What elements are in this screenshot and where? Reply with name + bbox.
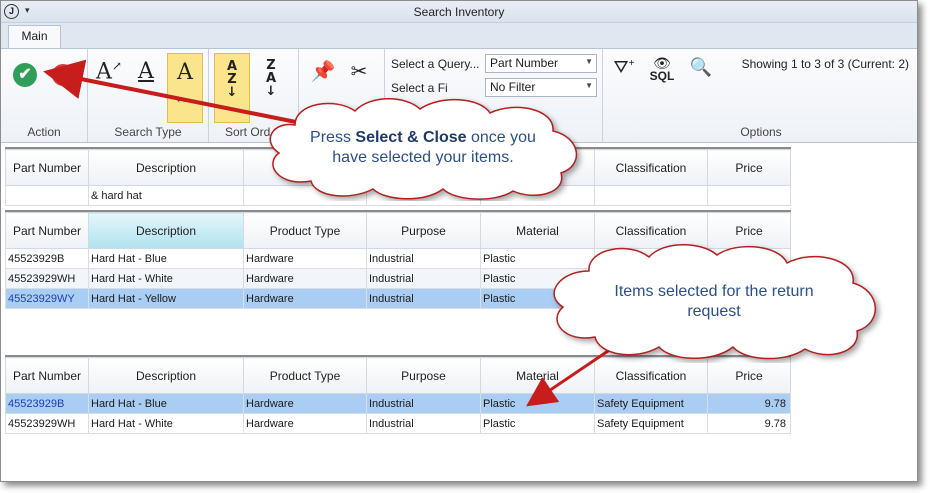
cell-purpose[interactable]: Industrial [366,288,481,309]
cell-product-type[interactable]: Hardware [243,268,367,289]
tab-main[interactable]: Main [8,25,61,48]
cell-price[interactable]: 9.78 [707,393,791,414]
cell-purpose[interactable]: Industrial [366,393,481,414]
cell-purpose[interactable]: Industrial [366,413,481,434]
chevron-down-icon: ▼ [585,81,593,90]
sort-ascending-button[interactable]: A Z ↓ [214,53,250,123]
text-underline-icon: A [138,59,154,84]
cell-part-number[interactable]: 45523929WH [5,268,89,289]
cell-description[interactable]: Hard Hat - White [88,268,244,289]
select-filter-label: Select a Fi [391,81,448,95]
callout-select-close: Press Select & Close once you have selec… [255,95,591,201]
cell-product-type[interactable]: Hardware [243,288,367,309]
action-group: ✔ ✕ Action [1,49,88,142]
callout-select-close-text: Press Select & Close once you have selec… [310,129,536,166]
column-header-classification[interactable]: Classification [594,149,708,186]
options-group: ⛛+ 👁 SQL 🔍 Showing 1 to 3 of 3 (Current:… [603,49,917,142]
cell-description[interactable]: Hard Hat - Blue [88,248,244,269]
select-query-label: Select a Query... [391,57,480,71]
query-select[interactable]: Part Number ▼ [485,54,597,73]
column-header-description[interactable]: Description [88,212,244,249]
search-type-group: A↗ A A ↔ Search Type [88,49,209,142]
selected-items-grid: Part Number Description Product Type Pur… [5,355,791,434]
callout-items-selected-text: Items selected for the return request [614,283,814,320]
cell-part-number[interactable]: 45523929B [5,248,89,269]
column-header-product-type[interactable]: Product Type [243,212,367,249]
column-header-purpose[interactable]: Purpose [366,212,481,249]
cell-classification[interactable]: Safety Equipment [594,393,708,414]
cell-purpose[interactable]: Industrial [366,268,481,289]
search-inventory-window: J ▾ Search Inventory Main ✔ ✕ Action A↗ … [0,0,918,482]
filter-input-description[interactable]: & hard hat [88,185,244,206]
cell-description[interactable]: Hard Hat - Blue [88,393,244,414]
cell-classification[interactable]: Safety Equipment [594,413,708,434]
search-settings-button[interactable]: 🔍 [687,57,715,78]
cell-description[interactable]: Hard Hat - White [88,413,244,434]
chevron-down-icon: ▼ [585,57,593,66]
cell-material[interactable]: Plastic [480,393,595,414]
sql-label: SQL [649,69,675,83]
sort-az-icon: A Z ↓ [226,59,238,100]
search-exact-button[interactable]: A [128,53,164,123]
column-header-price[interactable]: Price [707,149,791,186]
sql-button[interactable]: 👁 SQL [645,56,679,83]
table-row[interactable]: 45523929B Hard Hat - Blue Hardware Indus… [5,393,791,414]
pin-icon: 📌 [310,61,336,83]
filter-select-value: No Filter [490,80,536,94]
filter-input-price[interactable] [707,185,791,206]
column-header-description[interactable]: Description [88,357,244,394]
window-title: Search Inventory [413,5,505,19]
cell-product-type[interactable]: Hardware [243,393,367,414]
cell-part-number[interactable]: 45523929WH [5,413,89,434]
sort-za-icon: Z A ↓ [265,58,277,99]
showing-count: Showing 1 to 3 of 3 (Current: 2) [741,57,909,71]
add-filter-button[interactable]: ⛛+ [611,57,637,78]
title-bar: J ▾ Search Inventory [1,1,917,23]
cell-purpose[interactable]: Industrial [366,248,481,269]
text-grow-icon: A↗ [96,59,122,85]
table-row[interactable]: 45523929WH Hard Hat - White Hardware Ind… [5,413,791,434]
query-select-value: Part Number [490,56,559,70]
cancel-button[interactable]: ✕ [45,53,81,123]
cell-part-number[interactable]: 45523929B [5,393,89,414]
filter-input-part-number[interactable] [5,185,89,206]
cell-description[interactable]: Hard Hat - Yellow [88,288,244,309]
callout-items-selected: Items selected for the return request [541,241,887,363]
check-icon: ✔ [13,63,37,87]
column-header-description[interactable]: Description [88,149,244,186]
search-gear-icon: 🔍 [689,57,713,77]
unpin-icon: ✂ [350,61,368,83]
column-header-part-number[interactable]: Part Number [5,212,89,249]
search-type-group-label: Search Type [114,125,182,139]
cell-part-number[interactable]: 45523929WY [5,288,89,309]
select-and-close-button[interactable]: ✔ [7,53,43,123]
filter-input-classification[interactable] [594,185,708,206]
search-starts-with-button[interactable]: A↗ [91,53,127,123]
cell-product-type[interactable]: Hardware [243,413,367,434]
ribbon-tabstrip: Main [1,23,917,48]
column-header-part-number[interactable]: Part Number [5,357,89,394]
cell-price[interactable]: 9.78 [707,413,791,434]
column-header-part-number[interactable]: Part Number [5,149,89,186]
search-contains-button[interactable]: A ↔ [167,53,203,123]
column-header-product-type[interactable]: Product Type [243,357,367,394]
action-group-label: Action [27,125,61,139]
close-icon: ✕ [52,64,74,86]
filter-add-icon: ⛛+ [613,57,635,77]
text-contains-icon: A ↔ [177,60,193,107]
options-group-label: Options [740,125,782,139]
cell-product-type[interactable]: Hardware [243,248,367,269]
cell-material[interactable]: Plastic [480,413,595,434]
column-header-purpose[interactable]: Purpose [366,357,481,394]
